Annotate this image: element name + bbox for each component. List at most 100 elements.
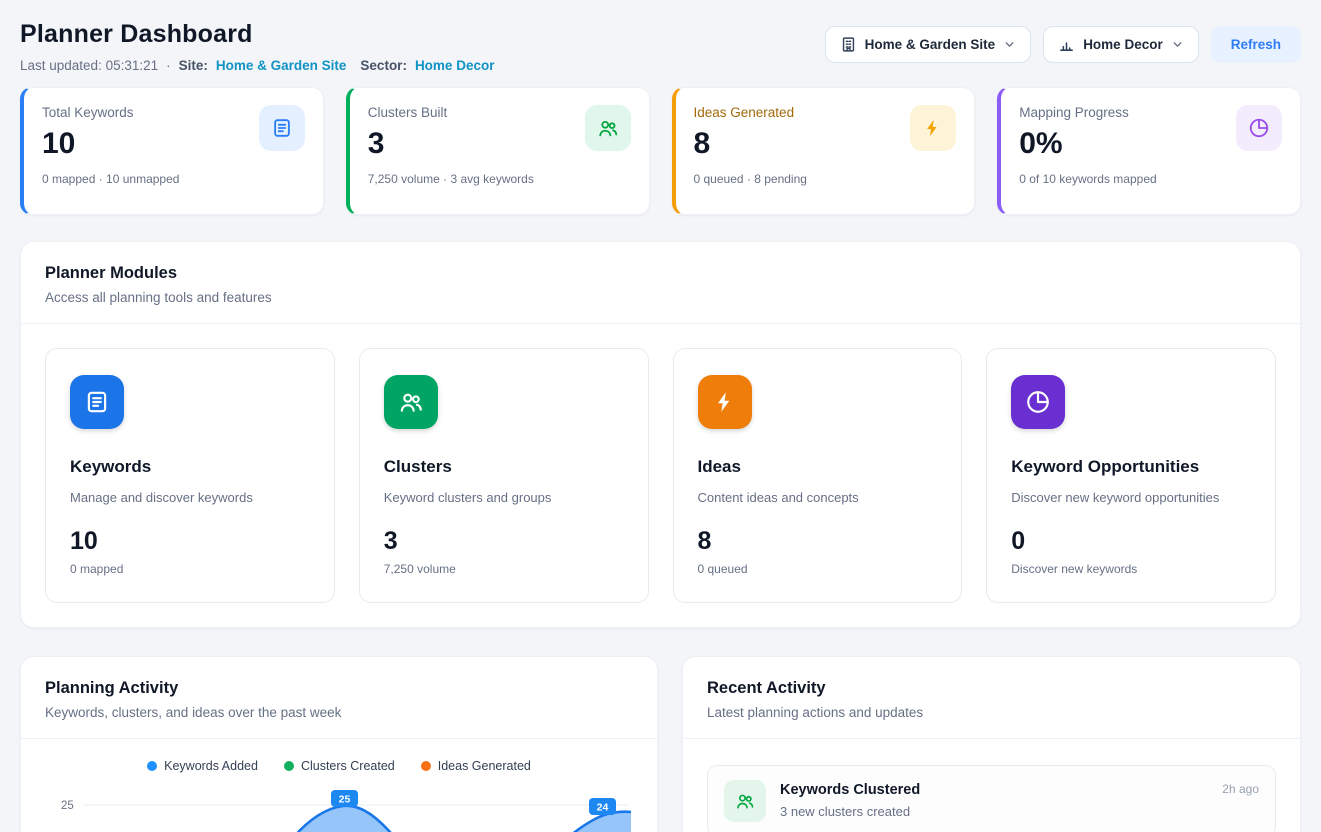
stat-card-mapping-progress: Mapping Progress 0% 0 of 10 keywords map… bbox=[997, 87, 1301, 215]
module-value: 8 bbox=[698, 529, 938, 554]
legend-item-clusters-created[interactable]: Clusters Created bbox=[284, 759, 395, 773]
meta-separator: · bbox=[166, 58, 171, 73]
stat-sub: 0 of 10 keywords mapped bbox=[1019, 172, 1156, 186]
module-title: Keyword Opportunities bbox=[1011, 457, 1251, 477]
pie-icon bbox=[1011, 375, 1065, 429]
stat-value: 10 bbox=[42, 129, 179, 159]
module-card-keyword-opportunities[interactable]: Keyword Opportunities Discover new keywo… bbox=[986, 348, 1276, 603]
sector-label: Sector: bbox=[360, 58, 407, 73]
stat-card-clusters-built: Clusters Built 3 7,250 volume · 3 avg ke… bbox=[346, 87, 650, 215]
building-icon bbox=[840, 36, 857, 53]
document-icon bbox=[259, 105, 305, 151]
module-title: Clusters bbox=[384, 457, 624, 477]
module-card-keywords[interactable]: Keywords Manage and discover keywords 10… bbox=[45, 348, 335, 603]
sector-link[interactable]: Home Decor bbox=[415, 58, 495, 73]
module-value: 10 bbox=[70, 529, 310, 554]
legend-dot-green bbox=[284, 761, 294, 771]
planning-activity-panel: Planning Activity Keywords, clusters, an… bbox=[20, 656, 658, 832]
module-sub: 7,250 volume bbox=[384, 562, 624, 576]
legend-dot-orange bbox=[421, 761, 431, 771]
header-controls: Home & Garden Site Home Decor Refresh bbox=[825, 26, 1301, 63]
panel-title: Planning Activity bbox=[45, 679, 633, 698]
stat-label: Ideas Generated bbox=[694, 105, 807, 120]
stat-sub: 0 mapped · 10 unmapped bbox=[42, 172, 179, 186]
y-axis-tick: 25 bbox=[61, 800, 74, 812]
page-meta: Last updated: 05:31:21 · Site: Home & Ga… bbox=[20, 58, 494, 73]
refresh-button[interactable]: Refresh bbox=[1211, 26, 1301, 63]
module-description: Manage and discover keywords bbox=[70, 490, 310, 505]
sector-selector[interactable]: Home Decor bbox=[1043, 26, 1199, 63]
page-header: Planner Dashboard Last updated: 05:31:21… bbox=[20, 20, 1301, 73]
module-value: 3 bbox=[384, 529, 624, 554]
stat-label: Clusters Built bbox=[368, 105, 534, 120]
activity-title: Keywords Clustered bbox=[780, 782, 920, 798]
legend-label: Clusters Created bbox=[301, 759, 395, 773]
site-label: Site: bbox=[179, 58, 208, 73]
stat-card-ideas-generated: Ideas Generated 8 0 queued · 8 pending bbox=[672, 87, 976, 215]
bolt-icon bbox=[910, 105, 956, 151]
module-card-ideas[interactable]: Ideas Content ideas and concepts 8 0 que… bbox=[673, 348, 963, 603]
module-description: Keyword clusters and groups bbox=[384, 490, 624, 505]
module-title: Ideas bbox=[698, 457, 938, 477]
activity-timestamp: 2h ago bbox=[1222, 782, 1259, 796]
legend-dot-blue bbox=[147, 761, 157, 771]
chart-legend: Keywords Added Clusters Created Ideas Ge… bbox=[45, 759, 633, 773]
point-label-badge: 24 bbox=[589, 798, 616, 815]
module-description: Discover new keyword opportunities bbox=[1011, 490, 1251, 505]
bolt-icon bbox=[698, 375, 752, 429]
sector-selector-label: Home Decor bbox=[1083, 37, 1163, 52]
stat-value: 8 bbox=[694, 129, 807, 159]
point-label-badge: 25 bbox=[331, 790, 358, 807]
users-icon bbox=[585, 105, 631, 151]
stat-card-total-keywords: Total Keywords 10 0 mapped · 10 unmapped bbox=[20, 87, 324, 215]
legend-label: Keywords Added bbox=[164, 759, 258, 773]
last-updated: Last updated: 05:31:21 bbox=[20, 58, 158, 73]
area-chart-svg: 25 25 24 bbox=[45, 785, 633, 832]
recent-activity-header: Recent Activity Latest planning actions … bbox=[683, 657, 1300, 739]
legend-item-keywords-added[interactable]: Keywords Added bbox=[147, 759, 258, 773]
users-icon bbox=[384, 375, 438, 429]
module-description: Content ideas and concepts bbox=[698, 490, 938, 505]
site-selector-label: Home & Garden Site bbox=[865, 37, 996, 52]
site-selector[interactable]: Home & Garden Site bbox=[825, 26, 1032, 63]
planning-activity-chart: 25 25 24 bbox=[45, 785, 633, 832]
site-link[interactable]: Home & Garden Site bbox=[216, 58, 347, 73]
planner-modules-header: Planner Modules Access all planning tool… bbox=[21, 242, 1300, 324]
svg-text:24: 24 bbox=[597, 802, 609, 814]
stat-value: 3 bbox=[368, 129, 534, 159]
module-card-clusters[interactable]: Clusters Keyword clusters and groups 3 7… bbox=[359, 348, 649, 603]
legend-item-ideas-generated[interactable]: Ideas Generated bbox=[421, 759, 531, 773]
document-icon bbox=[70, 375, 124, 429]
svg-text:25: 25 bbox=[339, 794, 351, 806]
stat-sub: 7,250 volume · 3 avg keywords bbox=[368, 172, 534, 186]
bottom-panels: Planning Activity Keywords, clusters, an… bbox=[20, 656, 1301, 832]
stat-label: Total Keywords bbox=[42, 105, 179, 120]
section-title: Planner Modules bbox=[45, 264, 1276, 283]
recent-activity-panel: Recent Activity Latest planning actions … bbox=[682, 656, 1301, 832]
planner-modules-section: Planner Modules Access all planning tool… bbox=[20, 241, 1301, 628]
module-title: Keywords bbox=[70, 457, 310, 477]
stat-sub: 0 queued · 8 pending bbox=[694, 172, 807, 186]
panel-title: Recent Activity bbox=[707, 679, 1276, 698]
page-title: Planner Dashboard bbox=[20, 20, 494, 49]
users-icon bbox=[724, 780, 766, 822]
panel-subtitle: Keywords, clusters, and ideas over the p… bbox=[45, 705, 633, 720]
module-value: 0 bbox=[1011, 529, 1251, 554]
chevron-down-icon bbox=[1171, 38, 1184, 51]
stat-label: Mapping Progress bbox=[1019, 105, 1156, 120]
module-sub: 0 mapped bbox=[70, 562, 310, 576]
chevron-down-icon bbox=[1003, 38, 1016, 51]
bar-chart-icon bbox=[1058, 36, 1075, 53]
module-sub: 0 queued bbox=[698, 562, 938, 576]
modules-grid: Keywords Manage and discover keywords 10… bbox=[21, 324, 1300, 627]
stat-value: 0% bbox=[1019, 129, 1156, 159]
pie-icon bbox=[1236, 105, 1282, 151]
module-sub: Discover new keywords bbox=[1011, 562, 1251, 576]
planning-activity-header: Planning Activity Keywords, clusters, an… bbox=[21, 657, 657, 739]
section-subtitle: Access all planning tools and features bbox=[45, 290, 1276, 305]
activity-list-item: Keywords Clustered 3 new clusters create… bbox=[707, 765, 1276, 832]
activity-description: 3 new clusters created bbox=[780, 804, 920, 819]
stat-cards-row: Total Keywords 10 0 mapped · 10 unmapped… bbox=[20, 87, 1301, 215]
legend-label: Ideas Generated bbox=[438, 759, 531, 773]
panel-subtitle: Latest planning actions and updates bbox=[707, 705, 1276, 720]
